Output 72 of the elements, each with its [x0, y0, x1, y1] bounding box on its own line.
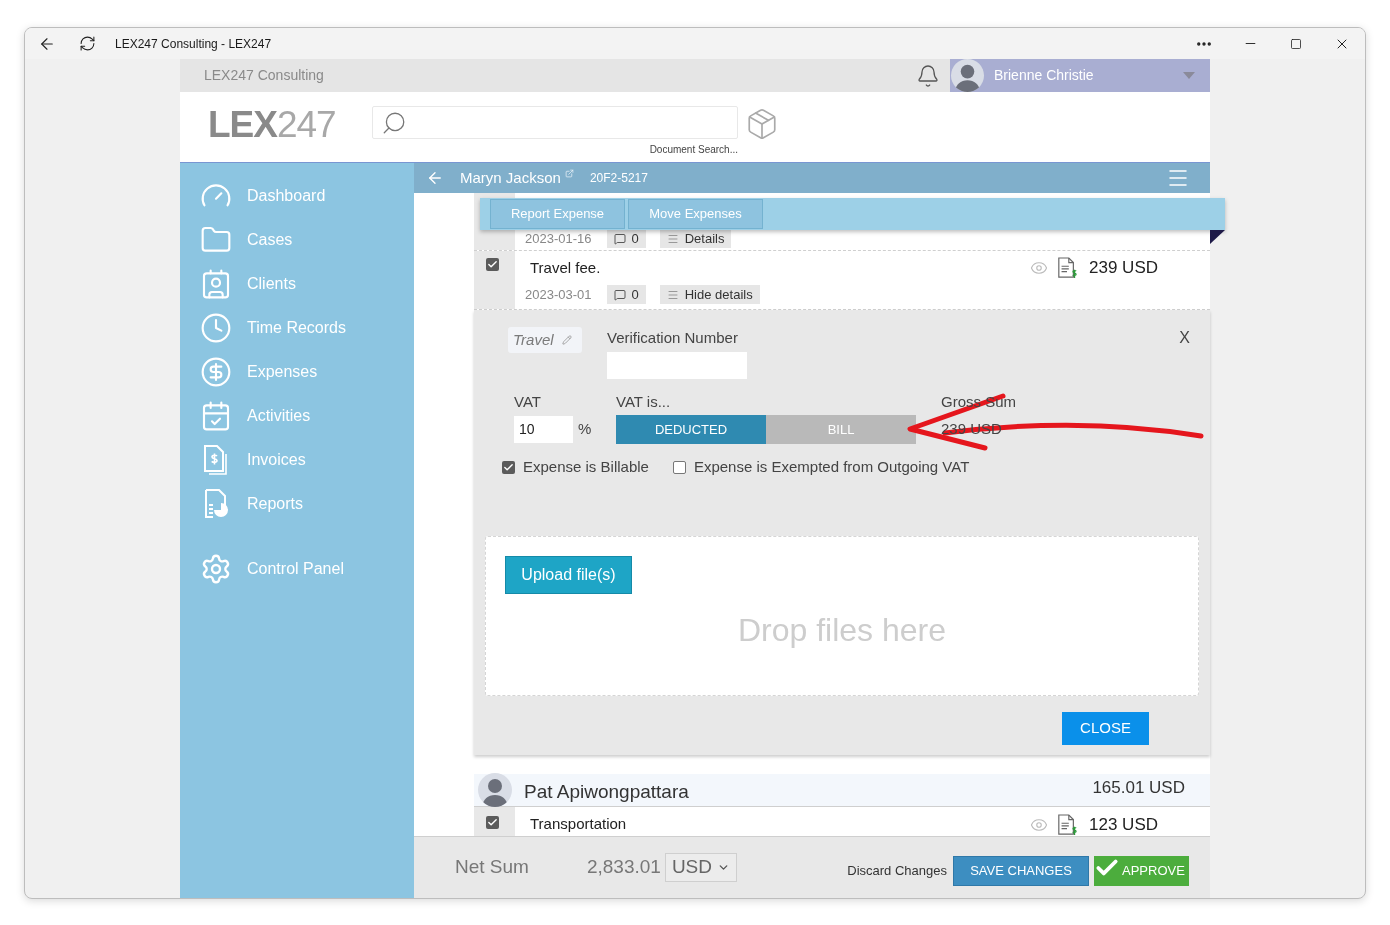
sidebar-item[interactable]: Time Records — [180, 306, 414, 350]
percent-sign: % — [578, 419, 592, 440]
category-tag[interactable]: Travel — [508, 327, 582, 353]
approve-button[interactable]: APPROVE — [1094, 855, 1189, 886]
search-caption: Document Search... — [649, 143, 738, 157]
expense-description: Travel fee. — [530, 257, 601, 278]
sidebar-item[interactable]: Invoices — [180, 438, 414, 482]
document-dollar-icon[interactable] — [1057, 813, 1077, 836]
sidebar-item[interactable]: Cases — [180, 218, 414, 262]
details-toggle[interactable]: Hide details — [659, 285, 760, 304]
case-number: 20F2-5217 — [589, 170, 648, 187]
expense-description: Transportation — [530, 814, 627, 835]
dropdown-caret-icon — [1183, 72, 1195, 79]
toolbar-button[interactable]: Report Expense — [490, 199, 625, 229]
client-name[interactable]: Maryn Jackson — [460, 166, 561, 190]
maximize-icon[interactable] — [1290, 37, 1302, 50]
person-avatar-icon — [478, 773, 512, 807]
comments-chip[interactable]: 0 — [606, 285, 646, 304]
expense-date: 2023-03-01 — [525, 286, 592, 304]
save-changes-button[interactable]: SAVE CHANGES — [953, 855, 1089, 886]
currency-select[interactable]: USD — [664, 853, 737, 882]
settings-icon — [200, 553, 232, 585]
pencil-icon — [561, 335, 572, 345]
calendar-check-icon — [200, 400, 232, 432]
net-sum-label: Net Sum — [455, 855, 529, 880]
notification-bell-icon[interactable] — [916, 63, 940, 88]
checkbox-label: Expense is Billable — [523, 456, 649, 477]
expense-amount: 123 USD — [1089, 813, 1158, 836]
sidebar-item[interactable]: Reports — [180, 482, 414, 526]
vat-mode-option[interactable]: BILL — [766, 415, 916, 444]
window-title: LEX247 Consulting - LEX247 — [115, 35, 272, 53]
vat-mode-option[interactable]: DEDUCTED — [616, 415, 766, 444]
expense-date: 2023-01-16 — [525, 230, 592, 248]
comment-icon — [613, 288, 626, 301]
sidebar-item[interactable]: Clients — [180, 262, 414, 306]
lines-icon — [666, 232, 679, 245]
close-button[interactable]: CLOSE — [1062, 712, 1149, 745]
contact-card-icon — [200, 268, 232, 300]
sidebar-item[interactable]: Dashboard — [180, 174, 414, 218]
net-sum-value: 2,833.01 — [586, 855, 661, 880]
toolbar-button[interactable]: Move Expenses — [628, 199, 763, 229]
checkbox[interactable] — [672, 460, 686, 474]
person-total: 165.01 USD — [1092, 777, 1185, 800]
discard-changes-link[interactable]: Discard Changes — [847, 860, 947, 881]
refresh-icon[interactable] — [79, 35, 96, 52]
user-menu[interactable]: Brienne Christie — [950, 59, 1210, 92]
field-label: VAT is... — [616, 394, 672, 410]
field-label: VAT — [514, 394, 542, 410]
dollar-coin-icon — [200, 356, 232, 388]
checkbox-label: Expense is Exempted from Outgoing VAT — [693, 456, 970, 477]
company-name: LEX247 Consulting — [204, 66, 324, 85]
comment-icon — [613, 232, 626, 245]
sidebar-item[interactable]: Activities — [180, 394, 414, 438]
checkbox[interactable] — [486, 816, 499, 829]
expense-amount: 239 USD — [1089, 257, 1158, 280]
field-label: Verification Number — [607, 328, 739, 348]
lines-icon — [666, 288, 679, 301]
ribbon-fold-icon — [1210, 230, 1225, 244]
document-dollar-icon[interactable] — [1057, 257, 1077, 279]
sidebar-item[interactable]: Control Panel — [180, 547, 414, 591]
person-name: Pat Apiwongpattara — [524, 780, 689, 805]
checkbox[interactable] — [502, 460, 515, 474]
document-search-field[interactable] — [372, 106, 738, 139]
close-details-button[interactable]: X — [1179, 328, 1190, 348]
app-logo: LEX247 — [208, 105, 337, 145]
checkbox[interactable] — [486, 258, 499, 271]
upload-files-button[interactable]: Upload file(s) — [505, 556, 632, 594]
sidebar-item[interactable]: Expenses — [180, 350, 414, 394]
vat-field[interactable]: 10 — [514, 416, 573, 443]
user-avatar-icon — [951, 59, 984, 92]
field-label: Gross Sum — [941, 394, 1016, 410]
clock-icon — [200, 312, 232, 344]
